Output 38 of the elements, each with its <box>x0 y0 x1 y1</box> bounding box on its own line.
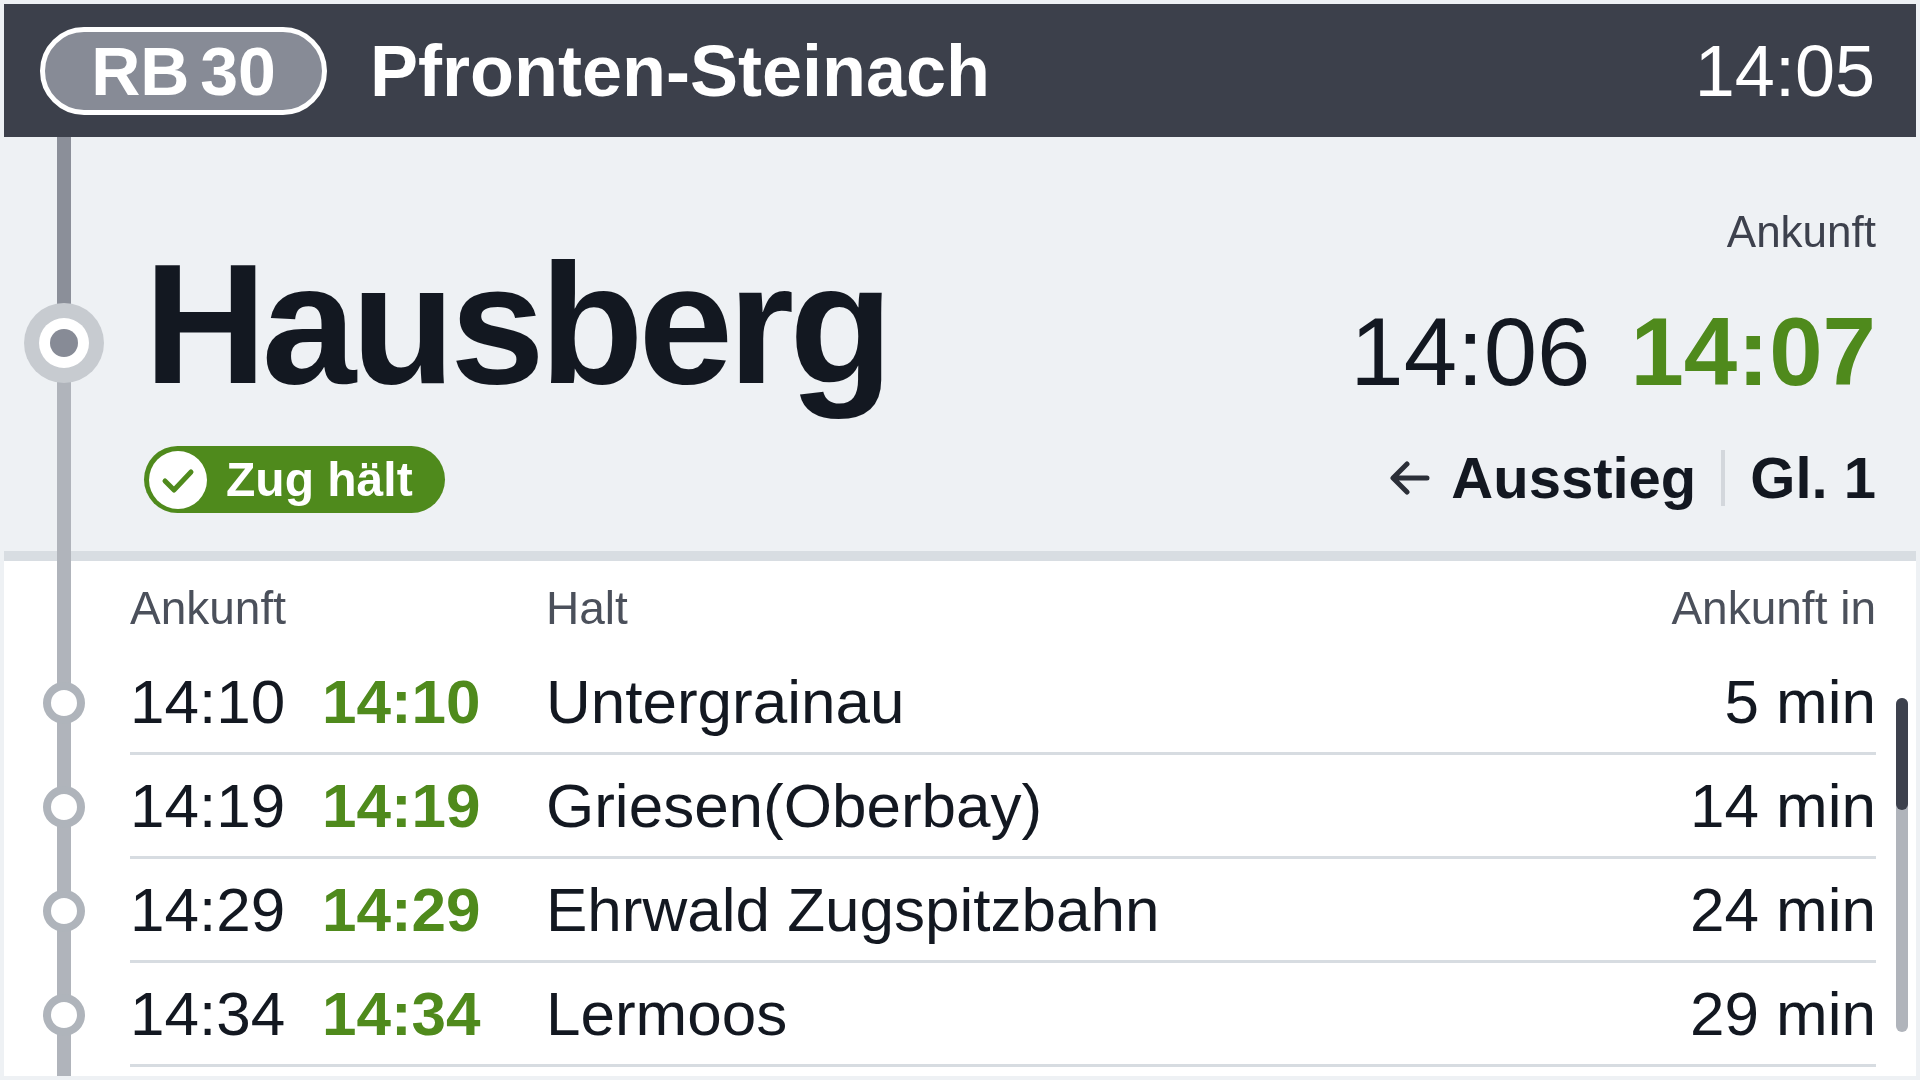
track-label: Gl. 1 <box>1750 444 1876 512</box>
stop-name: Lermoos <box>546 978 789 1049</box>
stop-marker-icon <box>43 890 85 932</box>
line-badge: RB 30 <box>40 26 327 115</box>
station-name: Hausberg <box>144 228 889 421</box>
arrival-countdown: 14 min <box>1689 770 1876 841</box>
column-header: Ankunft in <box>1671 581 1876 635</box>
scheduled-time: 14:10 <box>130 666 287 737</box>
expected-time: 14:19 <box>322 770 482 841</box>
column-header: Halt <box>546 581 629 635</box>
scheduled-time: 14:06 <box>1350 296 1591 407</box>
expected-time: 14:10 <box>322 666 482 737</box>
exit-side-label: Ausstieg <box>1451 444 1697 512</box>
stop-name: Griesen(Oberbay) <box>546 770 1044 841</box>
check-icon <box>149 450 207 509</box>
stop-name: Ehrwald Zugspitzbahn <box>546 874 1161 945</box>
scheduled-time: 14:29 <box>130 874 287 945</box>
clock-time: 14:05 <box>1694 29 1875 112</box>
stop-marker-icon <box>24 303 104 383</box>
stop-marker-icon <box>43 786 85 828</box>
arrival-countdown: 5 min <box>1724 666 1876 737</box>
arrival-label: Ankunft <box>1726 206 1876 258</box>
scheduled-time: 14:19 <box>130 770 287 841</box>
destination-title: Pfronten-Steinach <box>370 29 991 112</box>
expected-time: 14:29 <box>322 874 482 945</box>
arrow-left-icon <box>1390 460 1431 495</box>
arrival-countdown: 29 min <box>1689 978 1876 1049</box>
scheduled-time: 14:34 <box>130 978 287 1049</box>
scrollbar-track[interactable] <box>1896 698 1908 1032</box>
stop-marker-icon <box>43 682 85 724</box>
scrollbar-thumb[interactable] <box>1896 698 1908 810</box>
arrival-countdown: 24 min <box>1689 874 1876 945</box>
column-header: Ankunft <box>130 581 287 635</box>
stop-marker-icon <box>43 994 85 1036</box>
expected-time: 14:34 <box>322 978 482 1049</box>
stop-name: Untergrainau <box>546 666 906 737</box>
expected-time: 14:07 <box>1630 296 1876 407</box>
status-text: Zug hält <box>226 452 413 507</box>
